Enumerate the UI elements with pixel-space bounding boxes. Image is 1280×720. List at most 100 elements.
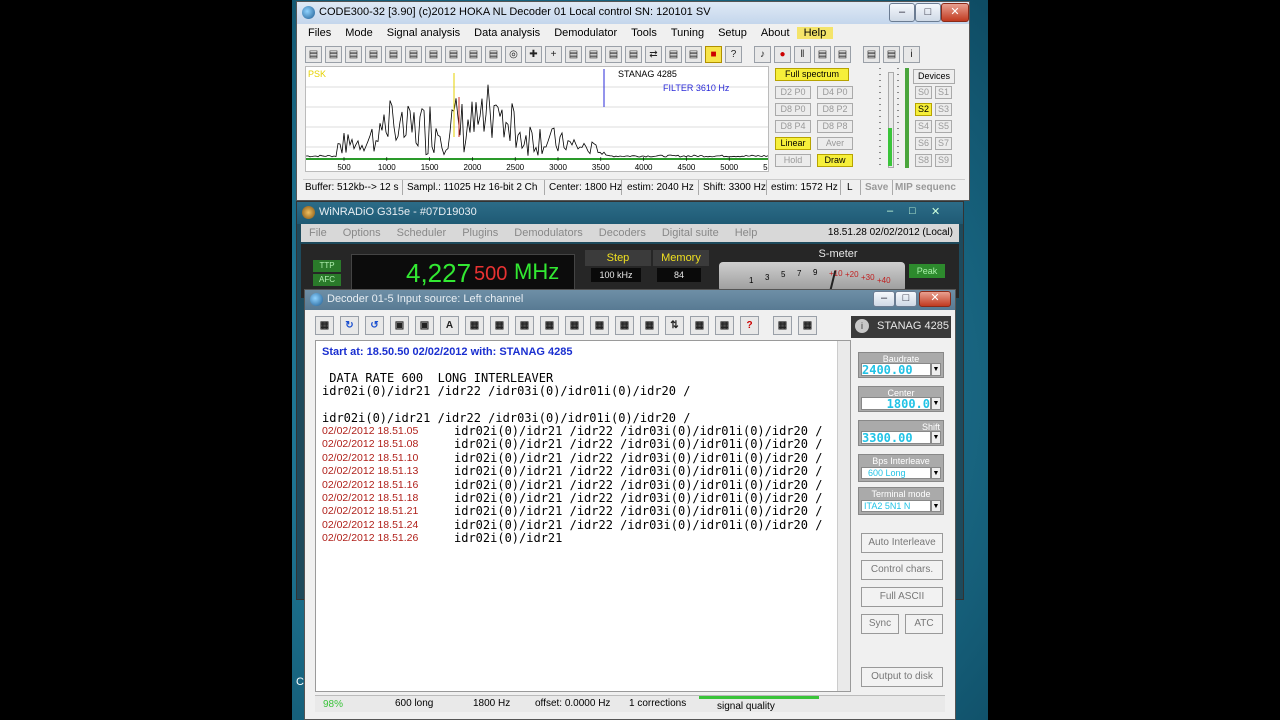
baudrate-dropdown-icon[interactable]: ▼ — [931, 363, 941, 376]
device-s8-button[interactable]: S8 — [915, 154, 932, 167]
winradio-menu-demodulators[interactable]: Demodulators — [506, 227, 590, 239]
linear-button[interactable]: Linear — [775, 137, 811, 150]
close-button[interactable]: ✕ — [941, 3, 969, 22]
menu-tools[interactable]: Tools — [624, 27, 664, 39]
save-text-icon[interactable]: ▣ — [415, 316, 434, 335]
decimation-d4-p0-button[interactable]: D4 P0 — [817, 86, 853, 99]
plus-icon[interactable]: + — [545, 46, 562, 63]
draw-button[interactable]: Draw — [817, 154, 853, 167]
minimize-button[interactable]: – — [889, 3, 915, 22]
winradio-maximize-button[interactable]: □ — [909, 205, 916, 217]
bps-dropdown-icon[interactable]: ▼ — [931, 467, 941, 479]
winradio-menu-options[interactable]: Options — [335, 227, 389, 239]
winradio-menu-decoders[interactable]: Decoders — [591, 227, 654, 239]
mip-sequence-toggle[interactable]: MIP sequenc — [893, 180, 963, 195]
output-to-disk-button[interactable]: Output to disk — [861, 667, 943, 687]
winradio-menu-scheduler[interactable]: Scheduler — [389, 227, 455, 239]
chart-icon[interactable]: ▦ — [715, 316, 734, 335]
cycle-icon[interactable]: ↺ — [365, 316, 384, 335]
center-dropdown-icon[interactable]: ▼ — [931, 397, 941, 410]
grid-icon[interactable]: ▦ — [615, 316, 634, 335]
level-icon[interactable]: ▤ — [863, 46, 880, 63]
grid2-icon[interactable]: ▤ — [465, 46, 482, 63]
winradio-close-button[interactable]: ✕ — [931, 205, 940, 218]
cross-icon[interactable]: ✚ — [525, 46, 542, 63]
pause-icon[interactable]: ‖ — [794, 46, 811, 63]
hold-button[interactable]: Hold — [775, 154, 811, 167]
save-toggle[interactable]: Save — [863, 180, 893, 195]
decoder-maximize-button[interactable]: □ — [895, 291, 917, 307]
maximize-button[interactable]: □ — [915, 3, 941, 22]
menu-tuning[interactable]: Tuning — [664, 27, 711, 39]
menu-help[interactable]: Help — [796, 27, 834, 39]
control-chars-button[interactable]: Control chars. — [861, 560, 943, 580]
device-s7-button[interactable]: S7 — [935, 137, 952, 150]
font-icon[interactable]: A — [440, 316, 459, 335]
chart-icon[interactable]: ▤ — [365, 46, 382, 63]
lines-icon[interactable]: ▤ — [565, 46, 582, 63]
menu-signal-analysis[interactable]: Signal analysis — [380, 27, 467, 39]
device-s6-button[interactable]: S6 — [915, 137, 932, 150]
list-icon[interactable]: ▤ — [305, 46, 322, 63]
menu-setup[interactable]: Setup — [711, 27, 754, 39]
spectrum-icon[interactable]: ▦ — [315, 316, 334, 335]
step-value[interactable]: 100 kHz — [591, 268, 641, 282]
menu-mode[interactable]: Mode — [338, 27, 380, 39]
memory-value[interactable]: 84 — [657, 268, 701, 282]
winradio-menu-file[interactable]: File — [301, 227, 335, 239]
updown-icon[interactable]: ⇅ — [665, 316, 684, 335]
zoom-icon[interactable]: ▤ — [345, 46, 362, 63]
binoculars-icon[interactable]: ▦ — [490, 316, 509, 335]
resize-icon[interactable]: ▤ — [883, 46, 900, 63]
ab2-icon[interactable]: ▦ — [690, 316, 709, 335]
device-s1-button[interactable]: S1 — [935, 86, 952, 99]
bars2-icon[interactable]: ▤ — [425, 46, 442, 63]
colors-icon[interactable]: ▦ — [465, 316, 484, 335]
target-icon[interactable]: ◎ — [505, 46, 522, 63]
square-icon[interactable]: ▤ — [445, 46, 462, 63]
decimation-d8-p4-button[interactable]: D8 P4 — [775, 120, 811, 133]
terminal-value[interactable]: ITA2 5N1 N — [861, 500, 931, 512]
tools-icon[interactable]: ▦ — [565, 316, 584, 335]
mic-icon[interactable]: ♪ — [754, 46, 771, 63]
copy-icon[interactable]: ▦ — [515, 316, 534, 335]
bars4-icon[interactable]: ▤ — [685, 46, 702, 63]
device-s3-button[interactable]: S3 — [935, 103, 952, 116]
floppy-icon[interactable]: ▣ — [390, 316, 409, 335]
average-button[interactable]: Aver — [817, 137, 853, 150]
info-icon[interactable]: i — [903, 46, 920, 63]
info-icon[interactable]: i — [855, 319, 869, 333]
rc-icon[interactable]: ▦ — [798, 316, 817, 335]
refresh-icon[interactable]: ↻ — [340, 316, 359, 335]
center-value[interactable]: 1800.0 — [861, 397, 931, 410]
shield-icon[interactable]: ▦ — [590, 316, 609, 335]
full-spectrum-button[interactable]: Full spectrum — [775, 68, 849, 81]
baudrate-value[interactable]: 2400.00 — [861, 363, 931, 376]
arrow-icon[interactable]: ⇄ — [645, 46, 662, 63]
terminal-dropdown-icon[interactable]: ▼ — [931, 500, 941, 512]
decoder-output[interactable]: Start at: 18.50.50 02/02/2012 with: STAN… — [315, 340, 851, 692]
device-s5-button[interactable]: S5 — [935, 120, 952, 133]
full-ascii-button[interactable]: Full ASCII — [861, 587, 943, 607]
decimation-d8-p0-button[interactable]: D8 P0 — [775, 103, 811, 116]
device-s4-button[interactable]: S4 — [915, 120, 932, 133]
afc-button[interactable]: AFC — [313, 274, 341, 286]
winradio-menu-digital-suite[interactable]: Digital suite — [654, 227, 727, 239]
code300-titlebar[interactable]: CODE300-32 [3.90] (c)2012 HOKA NL Decode… — [297, 2, 969, 24]
winradio-minimize-button[interactable]: – — [887, 205, 893, 217]
decimation-d2-p0-button[interactable]: D2 P0 — [775, 86, 811, 99]
shift-dropdown-icon[interactable]: ▼ — [931, 431, 941, 444]
speaker-icon[interactable]: ▤ — [814, 46, 831, 63]
gear-icon[interactable]: ▤ — [834, 46, 851, 63]
hatch-icon[interactable]: ▤ — [585, 46, 602, 63]
decimation-d8-p2-button[interactable]: D8 P2 — [817, 103, 853, 116]
grid-icon[interactable]: ▤ — [405, 46, 422, 63]
atc-button[interactable]: ATC — [905, 614, 943, 634]
decoder-close-button[interactable]: ✕ — [919, 291, 951, 307]
bars-red-icon[interactable]: ▦ — [773, 316, 792, 335]
search-icon[interactable]: ▤ — [325, 46, 342, 63]
decimation-d8-p8-button[interactable]: D8 P8 — [817, 120, 853, 133]
auto-interleave-button[interactable]: Auto Interleave — [861, 533, 943, 553]
winradio-titlebar[interactable]: WiNRADiO G315e - #07D19030 – □ ✕ — [297, 202, 963, 224]
decoder-minimize-button[interactable]: – — [873, 291, 895, 307]
